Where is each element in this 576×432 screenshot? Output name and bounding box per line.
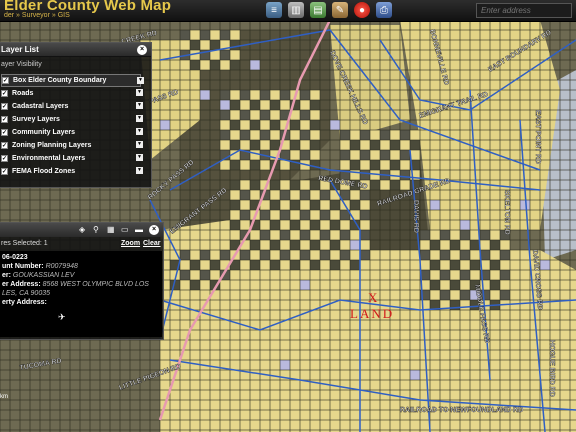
breadcrumb[interactable]: der » Surveyor » GIS [4,12,70,19]
layer-label: Environmental Layers [12,155,86,162]
parcel-id: 06-0223 [2,254,28,261]
zoom-link[interactable]: Zoom [121,240,140,247]
layer-item-community[interactable]: ✓ Community Layers ▼ [1,126,151,139]
layer-item-county-boundary[interactable]: ✓ Box Elder County Boundary ▼ [1,74,144,87]
chevron-down-icon[interactable]: ▼ [136,102,143,109]
binoculars-icon[interactable]: ⚲ [93,225,103,235]
checkbox[interactable]: ✓ [1,116,8,123]
tools-icon[interactable]: ✎ [332,2,348,18]
land-marker-label: LAND [350,306,394,321]
close-icon[interactable]: × [149,225,159,235]
selection-row: res Selected: 1 Zoom Clear [0,237,163,251]
road-label: RAILROAD TO NEWFOUNDLAND RD [400,407,523,414]
layer-label: Cadastral Layers [12,103,69,110]
table-icon[interactable]: ▭ [121,225,131,235]
satellite-icon: ✈ [58,312,66,322]
documents-icon[interactable]: ▤ [310,2,326,18]
top-bar: Elder County Web Map der » Surveyor » GI… [0,0,576,22]
layer-label: Box Elder County Boundary [13,77,107,84]
toolbar: ≡ ▥ ▤ ✎ ● ⎙ [266,2,392,18]
checkbox[interactable]: ✓ [1,129,8,136]
layer-visibility-label: ayer Visibility [1,61,42,68]
parcel-details: 06-0223 unt Number: R0079948 er: GOUKASS… [0,251,162,337]
owner-address: er Address: 8568 WEST OLYMPIC BLVD LOS [2,281,149,288]
layer-item-cadastral[interactable]: ✓ Cadastral Layers ▼ [1,100,151,113]
chevron-down-icon[interactable]: ▼ [136,115,143,122]
layer-label: Survey Layers [12,116,60,123]
layers-icon[interactable]: ≡ [266,2,282,18]
chevron-down-icon[interactable]: ▼ [136,167,143,174]
land-marker-x: X [368,290,378,305]
select-tool-icon[interactable]: ◈ [79,225,89,235]
chevron-down-icon[interactable]: ▼ [137,77,144,84]
checkbox[interactable]: ✓ [1,155,8,162]
chevron-down-icon[interactable]: ▼ [136,141,143,148]
property-address: erty Address: [2,299,47,306]
owner-address-line2: LES, CA 90035 [2,290,50,297]
record-icon[interactable]: ● [354,2,370,18]
layer-label: Zoning Planning Layers [12,142,92,149]
checkbox[interactable]: ✓ [2,77,9,84]
chevron-down-icon[interactable]: ▼ [136,89,143,96]
layer-list-header: Layer List × [0,43,151,57]
checkbox[interactable]: ✓ [1,168,8,175]
layer-item-survey[interactable]: ✓ Survey Layers ▼ [1,113,151,126]
layer-list-panel: Layer List × ayer Visibility ✓ Box Elder… [0,42,152,188]
layer-list-title: Layer List [1,45,39,54]
owner: er: GOUKASSIAN LEV [2,272,75,279]
checkbox[interactable]: ✓ [1,103,8,110]
selected-count: res Selected: 1 [1,240,48,247]
address-search-input[interactable] [476,3,572,18]
scale-bar: km [0,394,8,400]
road-label: HOGUE BIRD RD [548,340,555,397]
close-icon[interactable]: × [137,45,147,55]
chevron-down-icon[interactable]: ▼ [136,128,143,135]
parcel-info-panel: ◈ ⚲ ▦ ▭ ▬ × res Selected: 1 Zoom Clear 0… [0,222,164,340]
account-number: unt Number: R0079948 [2,263,78,270]
layer-label: Roads [12,90,34,97]
layer-item-environmental[interactable]: ✓ Environmental Layers ▼ [1,152,151,165]
layer-item-fema[interactable]: ✓ FEMA Flood Zones ▼ [1,165,151,178]
checkbox[interactable]: ✓ [1,142,8,149]
layer-item-roads[interactable]: ✓ Roads ▼ [1,87,151,100]
grid-icon[interactable]: ▦ [107,225,117,235]
road-label: DAVIS RD [412,200,419,233]
export-icon[interactable]: ▬ [135,225,145,235]
road-label: EAST POINT RD [534,110,541,164]
layer-label: Community Layers [12,129,76,136]
checkbox[interactable]: ✓ [1,90,8,97]
layer-item-zoning[interactable]: ✓ Zoning Planning Layers ▼ [1,139,151,152]
parcel-toolbar: ◈ ⚲ ▦ ▭ ▬ × [0,223,163,237]
layer-label: FEMA Flood Zones [12,168,76,175]
road-label: SKELTON RD [503,190,510,235]
chevron-down-icon[interactable]: ▼ [136,154,143,161]
clear-link[interactable]: Clear [143,240,161,247]
base-map-icon[interactable]: ▥ [288,2,304,18]
print-icon[interactable]: ⎙ [376,2,392,18]
